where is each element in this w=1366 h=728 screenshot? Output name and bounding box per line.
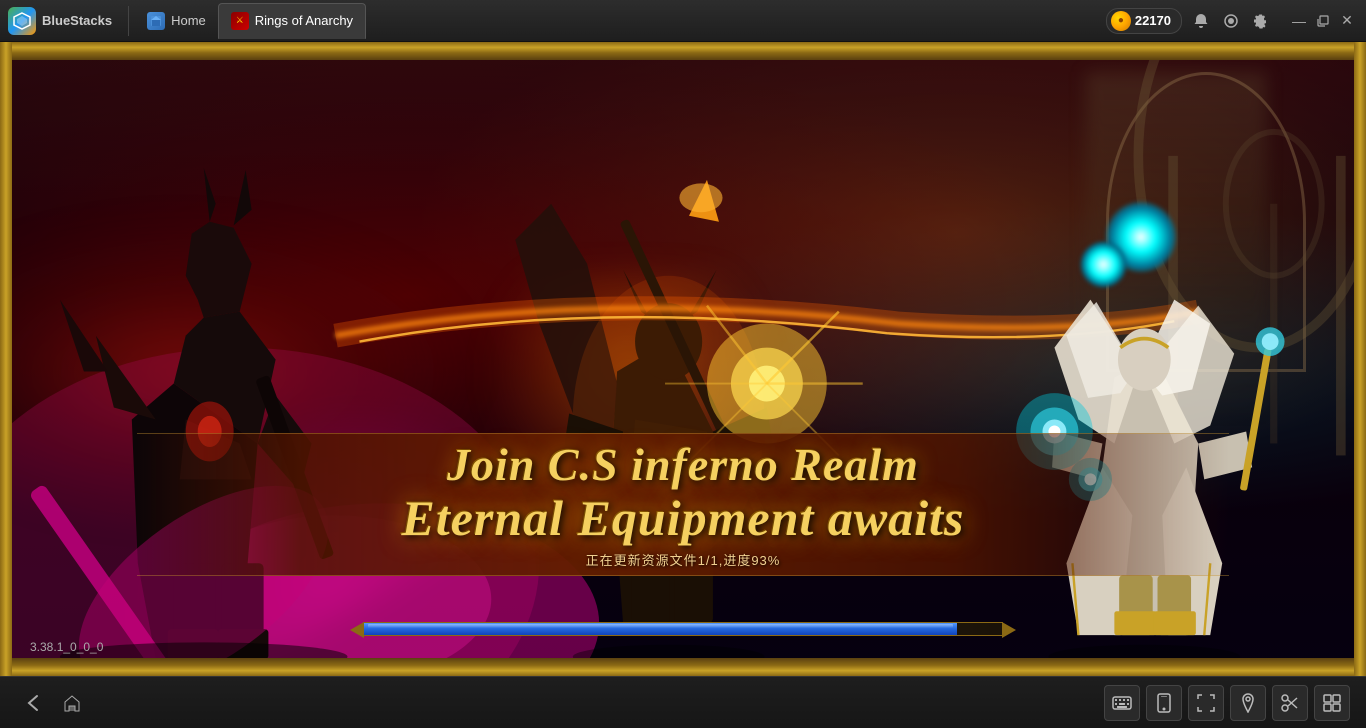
progress-area: [363, 622, 1003, 636]
bluestacks-icon: [8, 7, 36, 35]
portrait-mode-button[interactable]: [1146, 685, 1182, 721]
record-button[interactable]: [1220, 10, 1242, 32]
tab-game[interactable]: ⚔ Rings of Anarchy: [218, 3, 366, 39]
bottom-toolbar: [0, 676, 1366, 728]
loading-status-text: 正在更新资源文件1/1,进度93%: [197, 550, 1170, 569]
minimize-button[interactable]: —: [1288, 10, 1310, 32]
window-controls: — ✕: [1288, 10, 1358, 32]
back-button[interactable]: [16, 687, 48, 719]
home-tab-icon: [147, 12, 165, 30]
game-splash[interactable]: Join C.S inferno Realm Eternal Equipment…: [0, 42, 1366, 676]
home-button[interactable]: [56, 687, 88, 719]
progress-track: [363, 622, 1003, 636]
splash-banner: Join C.S inferno Realm Eternal Equipment…: [137, 433, 1230, 576]
energy-orb-2: [1081, 242, 1126, 287]
text-overlay: Join C.S inferno Realm Eternal Equipment…: [0, 433, 1366, 576]
fullscreen-button[interactable]: [1188, 685, 1224, 721]
splash-title-line1: Join C.S inferno Realm: [197, 440, 1170, 491]
bluestacks-label: BlueStacks: [42, 13, 112, 28]
keyboard-button[interactable]: [1104, 685, 1140, 721]
gold-frame-bottom: [0, 658, 1366, 676]
settings-button[interactable]: [1250, 10, 1272, 32]
gold-frame-left: [0, 42, 12, 676]
bottom-right-buttons: [1104, 685, 1350, 721]
title-bar: BlueStacks Home ⚔ Rings of Anarchy ● 221…: [0, 0, 1366, 42]
main-content: Join C.S inferno Realm Eternal Equipment…: [0, 42, 1366, 676]
tab-divider: [128, 6, 129, 36]
windows-button[interactable]: [1314, 685, 1350, 721]
restore-button[interactable]: [1312, 10, 1334, 32]
gold-frame-right: [1354, 42, 1366, 676]
location-button[interactable]: [1230, 685, 1266, 721]
bluestacks-logo[interactable]: BlueStacks: [8, 7, 112, 35]
close-button[interactable]: ✕: [1336, 10, 1358, 32]
scissors-button[interactable]: [1272, 685, 1308, 721]
coin-icon: ●: [1111, 11, 1131, 31]
progress-fill: [364, 623, 957, 635]
game-tab-icon: ⚔: [231, 12, 249, 30]
home-tab-label: Home: [171, 13, 206, 28]
titlebar-right-controls: ● 22170 —: [1106, 8, 1358, 34]
tab-home[interactable]: Home: [135, 3, 218, 39]
coin-amount: 22170: [1135, 13, 1171, 28]
game-tab-label: Rings of Anarchy: [255, 13, 353, 28]
splash-title-line2: Eternal Equipment awaits: [197, 491, 1170, 546]
coin-badge[interactable]: ● 22170: [1106, 8, 1182, 34]
gold-frame-top: [0, 42, 1366, 60]
version-text: 3.38.1_0_0_0: [30, 640, 103, 654]
notification-button[interactable]: [1190, 10, 1212, 32]
